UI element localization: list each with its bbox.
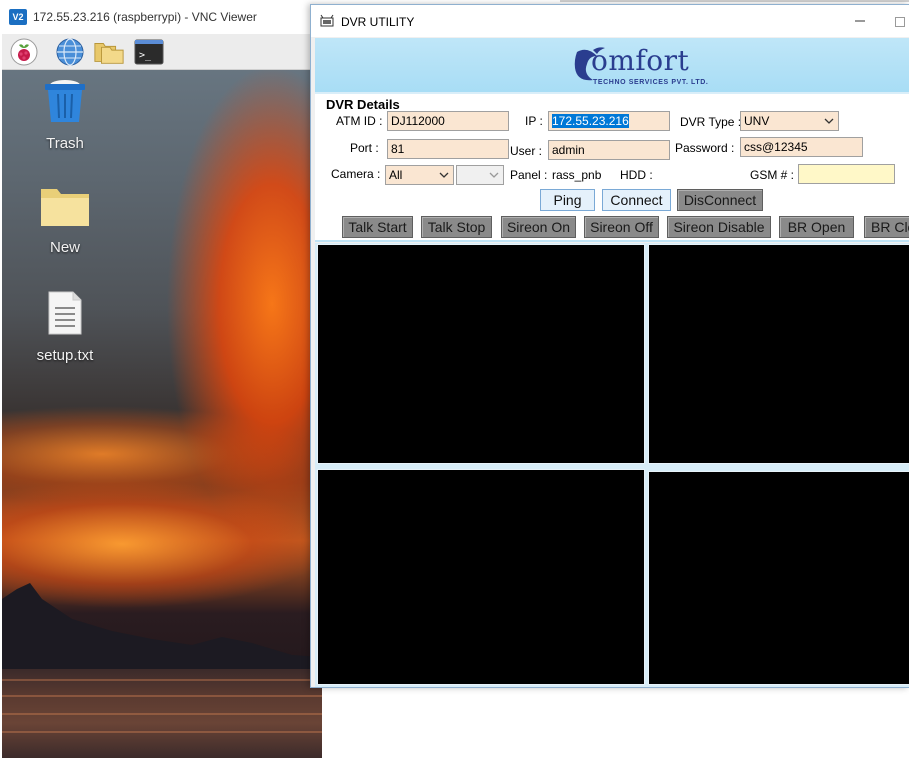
atm-id-field[interactable]: DJ112000 bbox=[387, 111, 509, 131]
ping-button[interactable]: Ping bbox=[540, 189, 595, 211]
panel-value: rass_pnb bbox=[552, 168, 602, 182]
disconnect-button[interactable]: DisConnect bbox=[677, 189, 763, 211]
mountain-silhouette bbox=[2, 583, 322, 679]
dvr-titlebar: DVR UTILITY bbox=[311, 5, 909, 37]
raspberry-menu-button[interactable] bbox=[8, 36, 40, 68]
talk-stop-button[interactable]: Talk Stop bbox=[421, 216, 492, 238]
comfort-logo: omfort TECHNO SERVICES PVT. LTD. bbox=[571, 42, 721, 92]
sea-ripple bbox=[2, 679, 322, 681]
dvr-type-value: UNV bbox=[744, 114, 770, 128]
port-field[interactable]: 81 bbox=[387, 139, 509, 159]
section-title: DVR Details bbox=[326, 97, 400, 112]
br-close-button[interactable]: BR Clo bbox=[864, 216, 909, 238]
video-grid bbox=[315, 243, 909, 687]
panel-label: Panel : bbox=[510, 168, 548, 182]
dvr-type-select[interactable]: UNV bbox=[740, 111, 839, 131]
video-tile-2[interactable] bbox=[648, 244, 909, 464]
password-label: Password : bbox=[675, 141, 735, 155]
chevron-down-icon bbox=[489, 172, 499, 178]
remote-desktop: >_ Trash New setup.txt bbox=[2, 34, 322, 758]
globe-icon bbox=[56, 38, 84, 66]
video-tile-1[interactable] bbox=[317, 244, 645, 464]
desktop-item-new-folder[interactable]: New bbox=[20, 184, 110, 256]
chevron-down-icon bbox=[824, 118, 834, 124]
password-field[interactable]: css@12345 bbox=[740, 137, 863, 157]
dvr-details-panel: DVR Details ATM ID : DJ112000 IP : 172.5… bbox=[315, 94, 909, 242]
sireon-off-button[interactable]: Sireon Off bbox=[584, 216, 659, 238]
brand-subtitle: TECHNO SERVICES PVT. LTD. bbox=[593, 79, 709, 86]
raspberry-icon bbox=[10, 38, 38, 66]
video-tile-4[interactable] bbox=[648, 471, 909, 685]
web-browser-button[interactable] bbox=[54, 36, 86, 68]
user-field[interactable]: admin bbox=[548, 140, 670, 160]
sea-ripple bbox=[2, 695, 322, 697]
desktop-item-trash[interactable]: Trash bbox=[20, 76, 110, 152]
ip-field[interactable]: 172.55.23.216 bbox=[548, 111, 670, 131]
atm-id-label: ATM ID : bbox=[336, 114, 383, 128]
camera-select[interactable]: All bbox=[385, 165, 454, 185]
connect-button[interactable]: Connect bbox=[602, 189, 671, 211]
maximize-button[interactable] bbox=[895, 17, 905, 27]
minimize-button[interactable] bbox=[851, 9, 869, 33]
desktop-item-label: setup.txt bbox=[36, 347, 94, 364]
vnc-viewer-icon: V2 bbox=[9, 9, 27, 25]
brand-banner: omfort TECHNO SERVICES PVT. LTD. bbox=[315, 38, 909, 94]
port-label: Port : bbox=[350, 141, 379, 155]
ip-label: IP : bbox=[525, 114, 543, 128]
terminal-icon: >_ bbox=[134, 39, 164, 65]
file-manager-button[interactable] bbox=[93, 36, 125, 68]
gsm-label: GSM # : bbox=[750, 168, 795, 182]
user-label: User : bbox=[510, 144, 543, 158]
br-open-button[interactable]: BR Open bbox=[779, 216, 854, 238]
dvr-window-title: DVR UTILITY bbox=[341, 15, 415, 29]
gsm-field[interactable] bbox=[798, 164, 895, 184]
dvr-type-label: DVR Type : bbox=[680, 115, 742, 129]
minimize-icon bbox=[855, 20, 865, 22]
brand-name: omfort bbox=[591, 44, 690, 77]
rpi-taskbar: >_ bbox=[2, 34, 322, 70]
hdd-label: HDD : bbox=[620, 168, 653, 182]
sireon-on-button[interactable]: Sireon On bbox=[501, 216, 576, 238]
text-file-icon bbox=[48, 291, 82, 335]
camera-value: All bbox=[389, 168, 403, 182]
desktop-item-label: New bbox=[49, 239, 80, 256]
sireon-disable-button[interactable]: Sireon Disable bbox=[667, 216, 771, 238]
vnc-window-title: 172.55.23.216 (raspberrypi) - VNC Viewer bbox=[33, 10, 257, 24]
svg-text:>_: >_ bbox=[139, 50, 152, 61]
folders-icon bbox=[94, 43, 124, 64]
ip-value-selected: 172.55.23.216 bbox=[552, 114, 629, 128]
talk-start-button[interactable]: Talk Start bbox=[342, 216, 413, 238]
trash-icon bbox=[45, 80, 85, 122]
sea bbox=[2, 669, 322, 758]
vnc-titlebar-edge bbox=[560, 0, 909, 2]
folder-icon bbox=[41, 189, 89, 226]
desktop-item-setup-txt[interactable]: setup.txt bbox=[20, 290, 110, 364]
sea-ripple bbox=[2, 713, 322, 715]
video-tile-3[interactable] bbox=[317, 469, 645, 685]
dvr-utility-window: DVR UTILITY omfort TECHNO SERVICES PVT. … bbox=[310, 4, 909, 688]
sea-ripple bbox=[2, 731, 322, 733]
camera-channel-select[interactable] bbox=[456, 165, 504, 185]
chevron-down-icon bbox=[439, 172, 449, 178]
dvr-app-icon bbox=[320, 14, 334, 27]
desktop-item-label: Trash bbox=[46, 135, 84, 152]
terminal-button[interactable]: >_ bbox=[133, 36, 165, 68]
camera-label: Camera : bbox=[331, 167, 381, 181]
